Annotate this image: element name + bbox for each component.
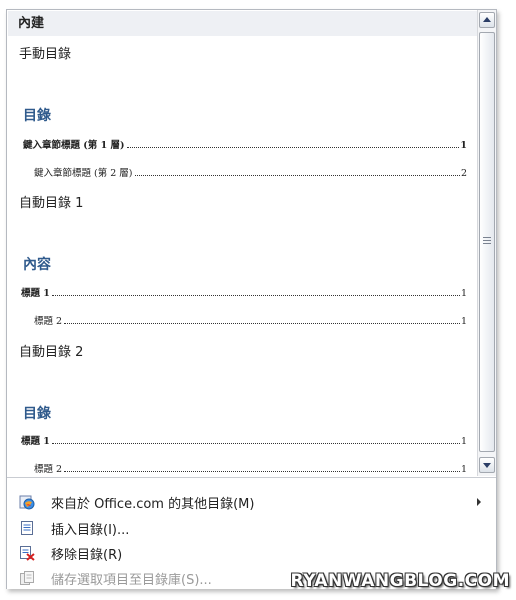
grip-line — [483, 240, 491, 241]
toc-preview-heading: 目錄 — [23, 406, 51, 422]
grip-line — [483, 237, 491, 238]
gallery-item-title: 手動目錄 — [19, 47, 72, 62]
menu-item-label: 插入目錄(I)... — [51, 523, 130, 538]
toc-preview-line: 標題 1 1 — [21, 285, 467, 299]
toc-preview-heading: 目錄 — [23, 108, 51, 124]
toc-gallery: 內建 手動目錄 目錄 鍵入章節標題 (第 1 層) 1 鍵入章節標題 (第 2 … — [7, 10, 478, 476]
arrow-up-icon — [483, 17, 491, 22]
scroll-up-button[interactable] — [479, 12, 495, 28]
remove-document-icon — [20, 546, 35, 561]
toc-preview-line: 標題 1 1 — [21, 433, 467, 447]
toc-line-text: 標題 1 — [21, 288, 50, 299]
toc-preview-line: 鍵入章節標題 (第 2 層) 2 — [34, 165, 467, 179]
arrow-down-icon — [483, 463, 491, 468]
save-to-gallery-icon — [20, 571, 34, 585]
toc-line-text: 標題 2 — [34, 316, 63, 327]
dot-leader — [51, 295, 460, 296]
dot-leader — [64, 471, 460, 472]
scroll-down-button[interactable] — [479, 457, 495, 473]
menu-item-label: 移除目錄(R) — [51, 548, 123, 563]
grip-line — [483, 243, 491, 244]
gallery-scrollbar[interactable] — [477, 10, 496, 476]
gallery-section-header: 內建 — [8, 11, 477, 36]
toc-line-page: 1 — [460, 288, 467, 299]
gallery-item-title: 自動目錄 1 — [19, 196, 84, 211]
toc-line-page: 1 — [460, 140, 467, 151]
gallery-item-title: 自動目錄 2 — [19, 345, 84, 360]
menu-item-label: 來自於 Office.com 的其他目錄(M) — [51, 497, 255, 512]
dot-leader — [126, 147, 460, 148]
dot-leader — [134, 175, 460, 176]
toc-line-text: 鍵入章節標題 (第 1 層) — [23, 140, 125, 151]
submenu-arrow-icon — [477, 498, 481, 506]
dot-leader — [64, 323, 460, 324]
toc-line-text: 標題 2 — [34, 464, 63, 475]
menu-item-remove-toc[interactable]: 移除目錄(R) — [7, 541, 496, 565]
scroll-thumb[interactable] — [479, 32, 495, 452]
office-globe-icon — [19, 495, 35, 510]
toc-preview-line: 鍵入章節標題 (第 1 層) 1 — [23, 137, 467, 151]
menu-item-insert-toc[interactable]: 插入目錄(I)... — [7, 516, 496, 540]
toc-line-page: 2 — [460, 168, 467, 179]
menu-item-label: 儲存選取項目至目錄庫(S)... — [51, 573, 212, 588]
toc-line-text: 標題 1 — [21, 436, 50, 447]
toc-preview-line: 標題 2 1 — [34, 313, 467, 327]
toc-dropdown-panel: 內建 手動目錄 目錄 鍵入章節標題 (第 1 層) 1 鍵入章節標題 (第 2 … — [6, 9, 497, 589]
watermark: RYANWANGBLOG.COM — [290, 571, 510, 591]
menu-item-more-tocs-office[interactable]: 來自於 Office.com 的其他目錄(M) — [7, 490, 496, 514]
document-icon — [21, 521, 33, 535]
toc-line-text: 鍵入章節標題 (第 2 層) — [34, 168, 133, 179]
toc-preview-heading: 內容 — [23, 257, 51, 273]
dot-leader — [51, 443, 460, 444]
toc-preview-line: 標題 2 1 — [34, 461, 467, 475]
toc-line-page: 1 — [460, 464, 467, 475]
toc-line-page: 1 — [460, 436, 467, 447]
toc-line-page: 1 — [460, 316, 467, 327]
